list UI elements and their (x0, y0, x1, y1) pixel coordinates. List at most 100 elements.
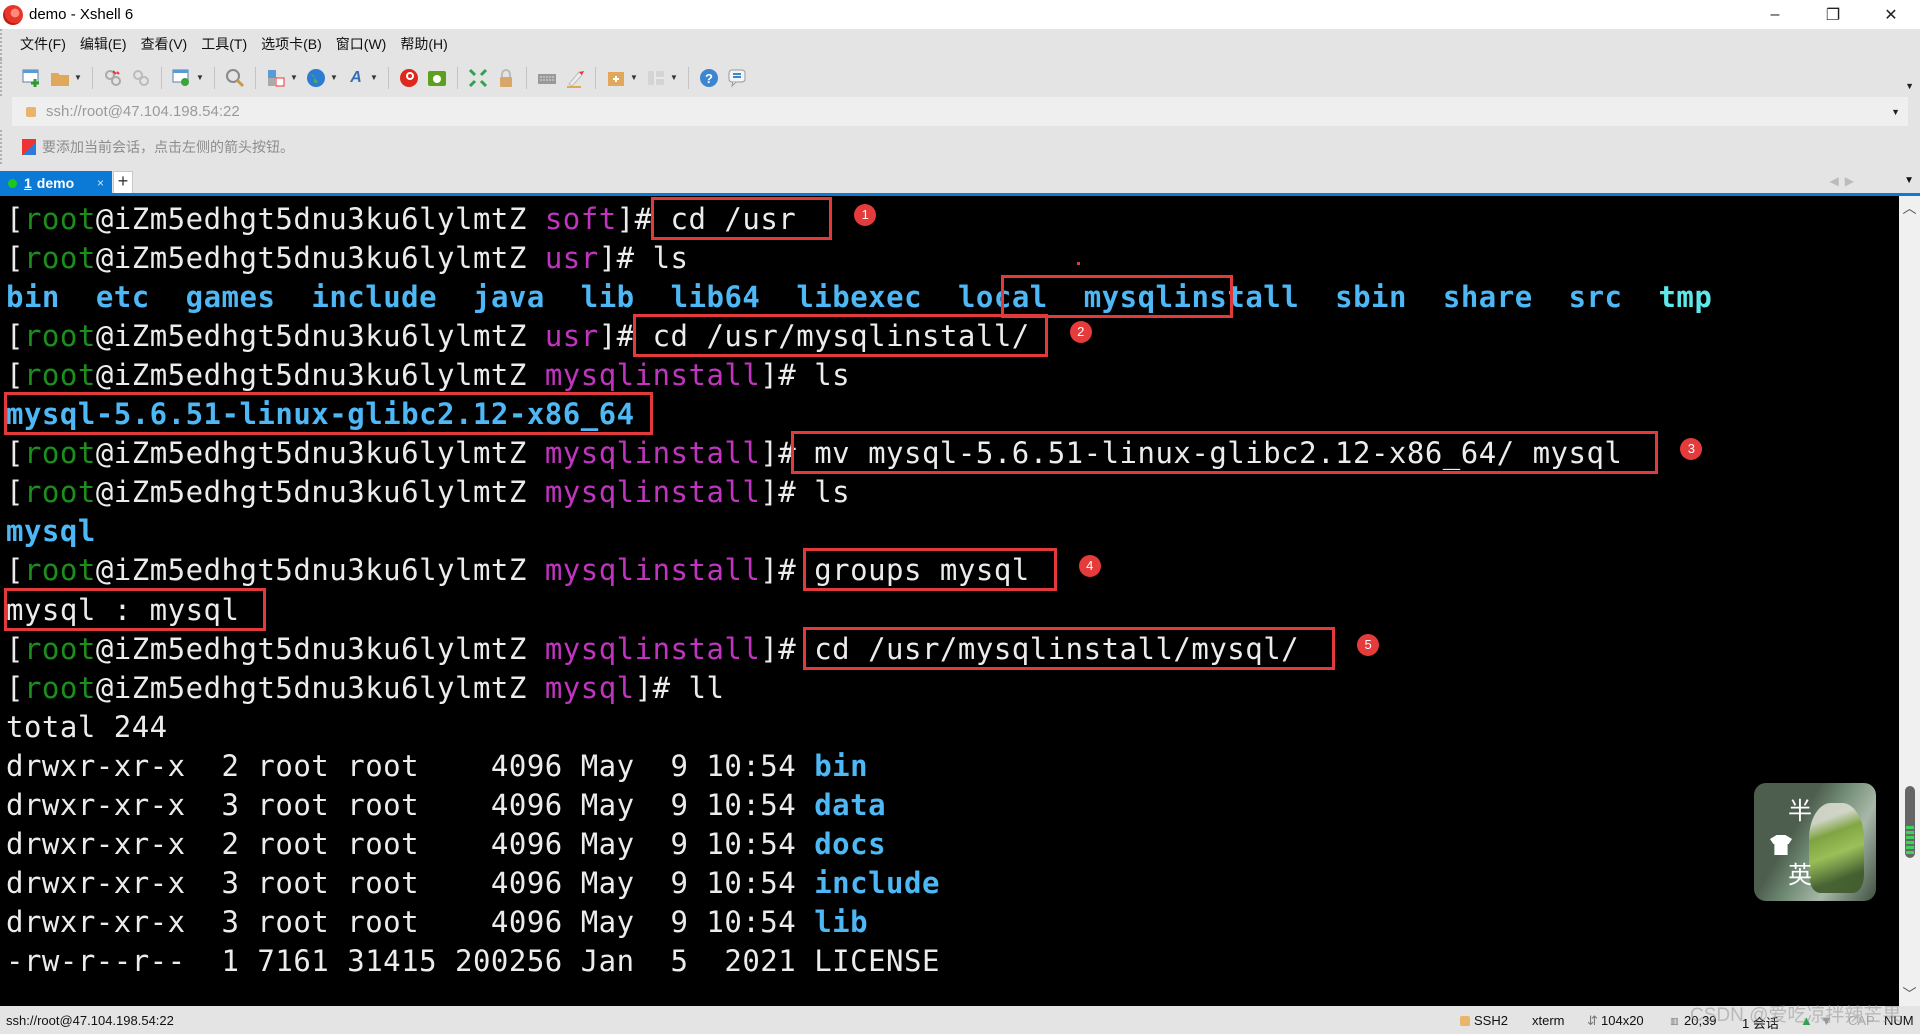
highlight-icon[interactable] (564, 67, 586, 89)
add-session-arrow-icon[interactable] (22, 139, 36, 155)
prompt-symbol: ]# (760, 475, 815, 510)
transfer-dropdown-icon[interactable]: ▼ (290, 73, 298, 82)
ls-gap (275, 280, 311, 314)
menu-edit[interactable]: 编辑(E) (80, 32, 127, 56)
terminal-output[interactable]: [root@iZm5edhgt5dnu3ku6lylmtZ soft]# cd … (0, 196, 1899, 1006)
toolbar-separator (255, 66, 256, 89)
prompt-dir: mysql (544, 670, 635, 705)
prompt-user: root (23, 241, 96, 276)
ls-gap (1407, 280, 1443, 314)
annotation-number-badge: 5 (1357, 633, 1380, 656)
svg-text:?: ? (705, 71, 713, 86)
menu-window[interactable]: 窗口(W) (336, 32, 387, 56)
menu-help[interactable]: 帮助(H) (400, 32, 447, 56)
widget-bottom-char: 英 (1788, 862, 1812, 889)
tab-list-dropdown-icon[interactable]: ▼ (1904, 175, 1914, 186)
address-bar[interactable]: ssh://root@47.104.198.54:22 ▼ (12, 97, 1908, 126)
tab-demo[interactable]: 1 demo × (0, 171, 112, 195)
floating-avatar-widget[interactable]: 半 英 (1754, 783, 1876, 901)
prompt-symbol: ]# (634, 670, 689, 705)
scroll-down-icon[interactable]: ﹀ (1899, 984, 1920, 1004)
tab-close-icon[interactable]: × (97, 176, 104, 190)
annotation-number-badge: 2 (1069, 321, 1092, 344)
minimize-button[interactable]: – (1746, 0, 1804, 29)
prompt-user: root (23, 553, 96, 588)
prompt-bracket: [ (6, 436, 24, 471)
menu-file[interactable]: 文件(F) (20, 32, 66, 56)
ll-meta: drwxr-xr-x 3 root root 4096 May 9 10:54 (6, 865, 815, 900)
chat-icon[interactable] (726, 67, 748, 89)
font-icon[interactable]: A (345, 67, 367, 89)
annotation-box (803, 626, 1336, 670)
fullscreen-icon[interactable] (467, 67, 489, 89)
prompt-dir: mysqlinstall (544, 553, 761, 588)
ls-entry: bin (6, 280, 60, 315)
scroll-up-icon[interactable]: ︿ (1899, 198, 1920, 218)
prompt-bracket: [ (6, 241, 24, 276)
ll-name: LICENSE (814, 943, 940, 978)
keyboard-icon[interactable] (536, 67, 558, 89)
reconnect-icon[interactable] (102, 67, 124, 89)
status-protocol: SSH2 (1474, 1013, 1508, 1028)
menu-tools[interactable]: 工具(T) (201, 32, 247, 56)
new-tab-button[interactable]: + (113, 171, 133, 194)
terminal-line: drwxr-xr-x 3 root root 4096 May 9 10:54 … (6, 786, 886, 825)
find-icon[interactable] (224, 67, 246, 89)
properties-icon[interactable] (171, 67, 193, 89)
transfer-icon[interactable] (265, 67, 287, 89)
ls-gap (1623, 280, 1659, 314)
properties-dropdown-icon[interactable]: ▼ (196, 73, 204, 82)
connected-status-icon (8, 178, 17, 188)
shirt-icon (1770, 835, 1792, 855)
globe-icon[interactable] (305, 67, 327, 89)
prompt-host: @iZm5edhgt5dnu3ku6lylmtZ (95, 475, 545, 510)
open-folder-icon[interactable] (49, 67, 71, 89)
layout-dropdown-icon[interactable]: ▼ (670, 73, 678, 82)
ls-gap (545, 280, 581, 314)
terminal-line: mysql (6, 512, 96, 551)
menu-view[interactable]: 查看(V) (141, 32, 188, 56)
address-dropdown-icon[interactable]: ▼ (1891, 107, 1900, 117)
cursor-icon: ▥ (1670, 1016, 1679, 1026)
annotation-box (650, 197, 833, 241)
restore-button[interactable]: ❐ (1804, 0, 1862, 29)
tab-folder-dropdown-icon[interactable]: ▼ (630, 73, 638, 82)
toolbar-overflow-icon[interactable]: ▼ (1905, 81, 1914, 91)
terminal-scrollbar[interactable]: ︿ ﹀ (1899, 196, 1920, 1006)
close-button[interactable]: ✕ (1862, 0, 1920, 29)
ll-name: lib (814, 904, 869, 939)
menu-tabs[interactable]: 选项卡(B) (261, 32, 322, 56)
prompt-dir: mysqlinstall (544, 436, 761, 471)
disconnect-icon[interactable] (130, 67, 152, 89)
xshell-icon[interactable] (398, 67, 420, 89)
session-hint-bar: 要添加当前会话，点击左侧的箭头按钮。 (0, 130, 1920, 164)
address-input[interactable]: ssh://root@47.104.198.54:22 (46, 103, 240, 120)
toolbar-separator (92, 66, 93, 89)
lock-icon[interactable] (495, 67, 517, 89)
prompt-host: @iZm5edhgt5dnu3ku6lylmtZ (95, 436, 545, 471)
ll-meta: drwxr-xr-x 3 root root 4096 May 9 10:54 (6, 787, 815, 822)
new-session-icon[interactable] (21, 67, 43, 89)
ls-gap (922, 280, 958, 314)
globe-dropdown-icon[interactable]: ▼ (330, 73, 338, 82)
xftp-icon[interactable] (426, 67, 448, 89)
ls-entry: tmp (1658, 280, 1713, 315)
character-illustration (1809, 803, 1864, 893)
prompt-dir: mysqlinstall (544, 475, 761, 510)
ls-entry: lib64 (670, 280, 761, 315)
font-dropdown-icon[interactable]: ▼ (370, 73, 378, 82)
ls-entry: lib (580, 280, 635, 315)
status-address: ssh://root@47.104.198.54:22 (6, 1013, 174, 1028)
open-dropdown-icon[interactable]: ▼ (74, 73, 82, 82)
prompt-dir: usr (544, 241, 599, 276)
annotation-box (803, 548, 1057, 592)
layout-icon[interactable] (645, 67, 667, 89)
help-icon[interactable]: ? (698, 67, 720, 89)
scroll-thumb[interactable] (1905, 786, 1915, 858)
prompt-bracket: [ (6, 319, 24, 354)
prompt-host: @iZm5edhgt5dnu3ku6lylmtZ (95, 358, 545, 393)
terminal-line: bin etc games include java lib lib64 lib… (6, 278, 1712, 317)
terminal-line: drwxr-xr-x 3 root root 4096 May 9 10:54 … (6, 864, 940, 903)
new-tab-folder-icon[interactable] (605, 67, 627, 89)
tab-scroll-arrows-icon[interactable]: ◀▶ (1830, 174, 1860, 188)
